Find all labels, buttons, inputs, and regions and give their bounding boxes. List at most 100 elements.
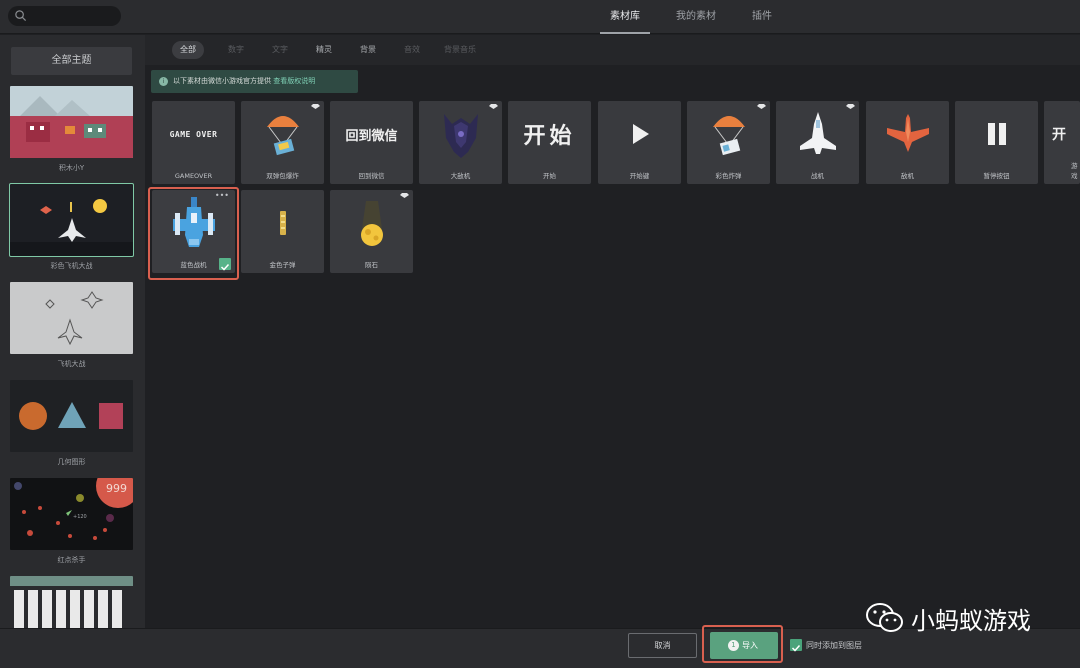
parachute-supply-icon xyxy=(266,116,299,156)
theme-item[interactable]: 积木小Y xyxy=(10,86,133,173)
asset-card-double-bomb[interactable]: 双弹包爆炸 xyxy=(241,101,324,184)
theme-item[interactable] xyxy=(10,576,133,628)
asset-name: 游戏 xyxy=(1071,162,1078,180)
theme-label: 红点杀手 xyxy=(57,556,86,564)
theme-thumbnail xyxy=(10,282,133,354)
asset-card-big-enemy[interactable]: 大敌机 xyxy=(419,101,502,184)
meteor-icon xyxy=(360,201,383,246)
theme-item[interactable]: 999 +120 红点杀手 xyxy=(10,478,133,565)
back-to-wechat-art-text: 回到微信 xyxy=(345,128,398,144)
watermark: 小蚂蚁游戏 xyxy=(865,598,1031,638)
filter-sprites[interactable]: 精灵 xyxy=(316,41,332,59)
asset-card-start-key[interactable]: 开始键 xyxy=(598,101,681,184)
theme-item[interactable]: 飞机大战 xyxy=(10,282,133,369)
gameover-art-text: GAME OVER xyxy=(169,129,218,139)
asset-art xyxy=(687,101,770,167)
asset-card-gameover[interactable]: GAME OVER GAMEOVER xyxy=(152,101,235,184)
orange-enemy-plane-icon xyxy=(886,114,929,152)
top-bar: 素材库 我的素材 插件 xyxy=(0,0,1080,34)
geometry-theme-art xyxy=(19,402,123,430)
asset-card-start[interactable]: 开始 开始 xyxy=(508,101,591,184)
checkmark-icon xyxy=(791,644,801,652)
add-to-layer-label: 同时添加到图层 xyxy=(806,641,862,650)
theme-thumbnail xyxy=(10,576,133,628)
score-text: 999 xyxy=(106,482,127,495)
asset-name: 大敌机 xyxy=(450,172,471,180)
copyright-link[interactable]: 查看版权说明 xyxy=(273,77,315,85)
cancel-button[interactable]: 取消 xyxy=(628,633,697,658)
search-input[interactable] xyxy=(8,6,121,26)
search-icon xyxy=(15,10,27,22)
theme-label: 几何图形 xyxy=(57,458,86,466)
play-icon xyxy=(632,124,649,144)
theme-sidebar: 全部主题 积木小Y 彩色飞机大战 飞机大战 几何图形 999 +120 红点杀手 xyxy=(0,35,145,628)
filter-bgm[interactable]: 背景音乐 xyxy=(444,41,476,59)
asset-art xyxy=(866,101,949,167)
filter-numbers[interactable]: 数字 xyxy=(228,41,244,59)
add-to-layer-checkbox[interactable] xyxy=(790,639,802,652)
blocky-theme-art xyxy=(10,96,133,158)
asset-card-fighter[interactable]: 战机 xyxy=(776,101,859,184)
asset-card-back-to-wechat[interactable]: 回到微信 回到微信 xyxy=(330,101,413,184)
color-plane-theme-art xyxy=(10,199,133,256)
asset-name: 开始 xyxy=(543,172,556,180)
tab-my-assets[interactable]: 我的素材 xyxy=(666,0,726,34)
piano-theme-art xyxy=(10,586,133,628)
tab-bar: 素材库 我的素材 插件 xyxy=(600,0,798,34)
asset-card-meteor[interactable]: 陨石 xyxy=(330,190,413,273)
asset-art: 回到微信 xyxy=(330,101,413,167)
filter-text[interactable]: 文字 xyxy=(272,41,288,59)
asset-art xyxy=(598,101,681,167)
asset-art: GAME OVER xyxy=(152,101,235,167)
all-themes-button[interactable]: 全部主题 xyxy=(11,47,132,75)
asset-art: 开 xyxy=(1044,101,1080,167)
asset-name: 暂停按钮 xyxy=(983,172,1010,180)
theme-label: 积木小Y xyxy=(58,164,85,172)
theme-label: 飞机大战 xyxy=(57,360,86,368)
asset-name: GAMEOVER xyxy=(174,172,213,180)
score-bonus-text: +120 xyxy=(73,514,87,520)
wechat-logo-icon xyxy=(866,603,903,632)
tab-plugins[interactable]: 插件 xyxy=(742,0,782,34)
plane-war-theme-art xyxy=(45,291,104,346)
info-icon: i xyxy=(159,77,168,86)
big-enemy-ship-icon xyxy=(443,114,478,158)
asset-art: 开始 xyxy=(508,101,591,167)
asset-name: 彩色炸弹 xyxy=(715,172,742,180)
filter-backgrounds[interactable]: 背景 xyxy=(360,41,376,59)
theme-item-selected[interactable]: 彩色飞机大战 xyxy=(9,183,134,271)
asset-card-color-bomb[interactable]: 彩色炸弹 xyxy=(687,101,770,184)
notice-text: 以下素材由微信小游戏官方提供 xyxy=(173,77,271,85)
theme-thumbnail: 999 +120 xyxy=(10,478,133,550)
start-art-text: 开始 xyxy=(523,124,576,149)
asset-art xyxy=(241,101,324,167)
asset-name: 金色子弹 xyxy=(269,261,296,269)
theme-thumbnail xyxy=(10,86,133,158)
theme-thumbnail xyxy=(10,380,133,452)
theme-label: 彩色飞机大战 xyxy=(50,262,93,270)
asset-card-enemy[interactable]: 敌机 xyxy=(866,101,949,184)
filter-sound-effects[interactable]: 音效 xyxy=(404,41,420,59)
gold-bullet-icon xyxy=(279,211,286,235)
asset-art xyxy=(241,190,324,256)
watermark-text: 小蚂蚁游戏 xyxy=(911,606,1031,635)
theme-item[interactable]: 几何图形 xyxy=(10,380,133,467)
asset-art xyxy=(955,101,1038,167)
parachute-bomb-icon xyxy=(712,116,745,156)
asset-name: 回到微信 xyxy=(358,172,385,180)
white-fighter-icon xyxy=(799,112,836,154)
asset-name: 战机 xyxy=(811,172,824,180)
asset-card-pause-button[interactable]: 暂停按钮 xyxy=(955,101,1038,184)
asset-card-game-partial[interactable]: 开 游戏 xyxy=(1044,101,1080,184)
import-highlight-frame xyxy=(702,625,783,663)
filter-all[interactable]: 全部 xyxy=(172,41,204,59)
asset-art xyxy=(419,101,502,167)
tab-asset-library[interactable]: 素材库 xyxy=(600,0,650,34)
asset-art xyxy=(776,101,859,167)
asset-art xyxy=(330,190,413,256)
asset-name: 陨石 xyxy=(365,261,378,269)
asset-card-gold-bullet[interactable]: 金色子弹 xyxy=(241,190,324,273)
asset-name: 敌机 xyxy=(901,172,914,180)
asset-name: 开始键 xyxy=(629,172,650,180)
copyright-notice: i 以下素材由微信小游戏官方提供 查看版权说明 xyxy=(151,70,358,93)
